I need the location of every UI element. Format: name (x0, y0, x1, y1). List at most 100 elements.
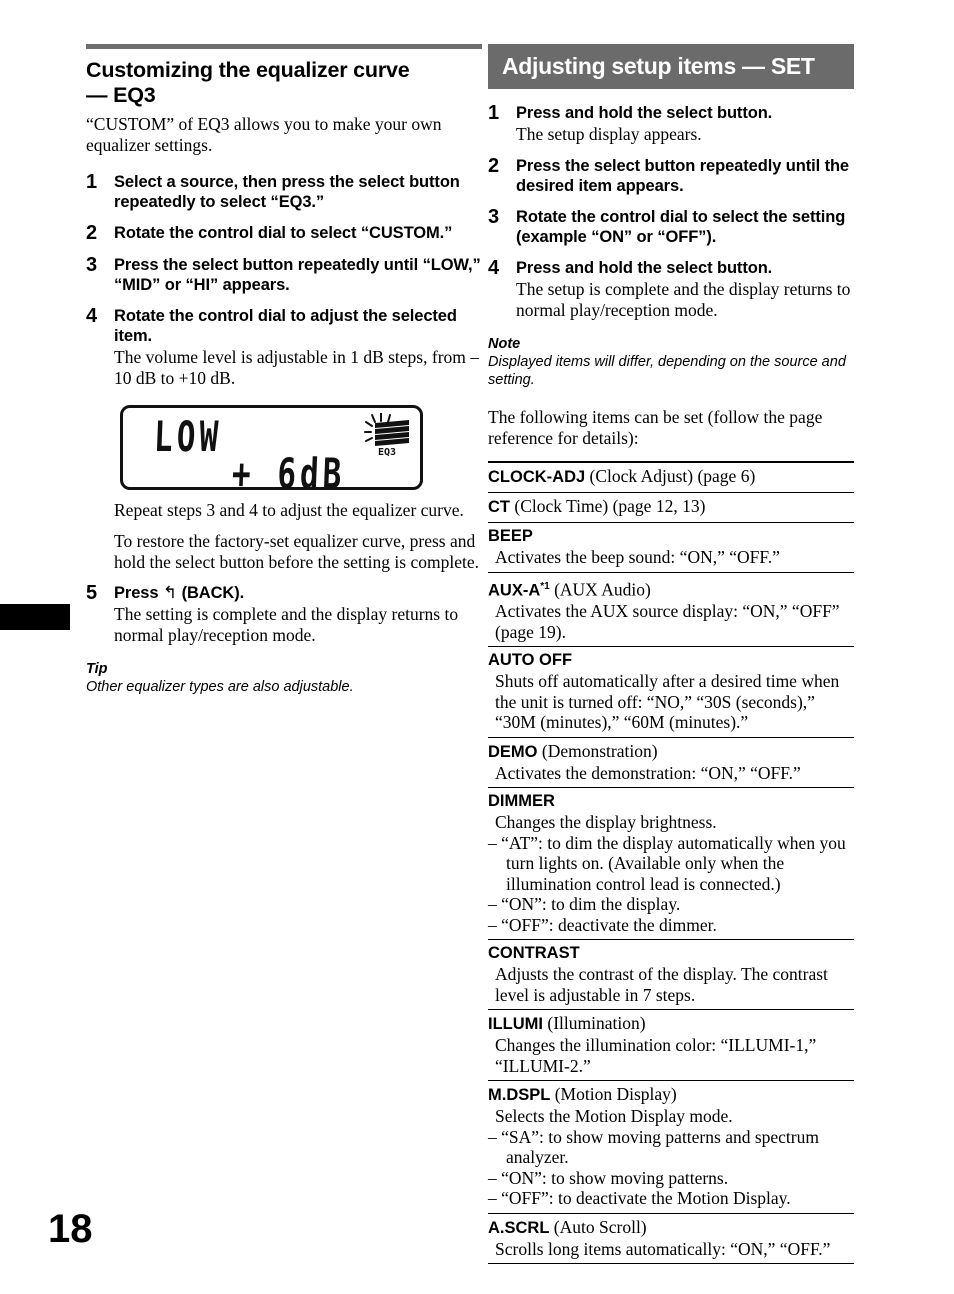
setting-row: M.DSPL (Motion Display) Selects the Moti… (488, 1081, 854, 1214)
setting-name-paren: (Illumination) (543, 1013, 646, 1033)
manual-page: Customizing the equalizer curve — EQ3 “C… (0, 0, 954, 1294)
step-number: 4 (488, 257, 500, 279)
step-body: Press the select button repeatedly until… (516, 156, 854, 196)
step-number: 3 (488, 206, 500, 228)
step-item: 3 Rotate the control dial to select the … (488, 207, 854, 247)
page-title: Customizing the equalizer curve — EQ3 (86, 58, 482, 108)
setting-description: Shuts off automatically after a desired … (495, 671, 840, 732)
setting-row: ILLUMI (Illumination) Changes the illumi… (488, 1010, 854, 1081)
lcd-band-label: LOW (153, 413, 223, 462)
section-banner: Adjusting setup items — SET (488, 44, 854, 89)
setting-description: Activates the demonstration: “ON,” “OFF.… (495, 762, 801, 783)
setting-name-text: DEMO (488, 742, 538, 761)
step-item: 1 Press and hold the select button. The … (488, 103, 854, 145)
step-body: Rotate the control dial to select “CUSTO… (114, 223, 482, 244)
setting-name: CLOCK-ADJ (Clock Adjust) (page 6) (488, 466, 854, 488)
setting-description: Changes the illumination color: “ILLUMI-… (495, 1035, 817, 1076)
setting-name-text: CONTRAST (488, 944, 580, 962)
step-heading: Press ↰ (BACK). (114, 583, 482, 603)
step-body: Press and hold the select button. The se… (516, 103, 854, 145)
setting-bullet: – “ON”: to dim the display. (488, 894, 681, 914)
note-block: Note Displayed items will differ, depend… (488, 335, 854, 389)
setting-name-paren: (AUX Audio) (549, 579, 651, 599)
setting-name-paren: (Clock Time) (page 12, 13) (510, 496, 706, 516)
setting-name-paren: (Clock Adjust) (page 6) (585, 466, 756, 486)
setting-name-text: A.SCRL (488, 1218, 550, 1237)
tip-label: Tip (86, 661, 108, 677)
step-heading: Select a source, then press the select b… (114, 173, 460, 211)
right-column: Adjusting setup items — SET 1 Press and … (488, 44, 854, 1264)
eq3-icon: EQ3 (364, 413, 409, 457)
setting-name: ILLUMI (Illumination) (488, 1013, 854, 1035)
step-heading: Press the select button repeatedly until… (114, 256, 481, 294)
step-heading: Press and hold the select button. (516, 104, 773, 122)
step-body: Press the select button repeatedly until… (114, 255, 482, 295)
setting-bullets: – “AT”: to dim the display automatically… (488, 833, 854, 936)
step-item: 2 Rotate the control dial to select “CUS… (86, 223, 482, 244)
step5-back-label: (BACK). (181, 584, 245, 602)
setting-description: Selects the Motion Display mode. (495, 1106, 733, 1126)
tip-text: Other equalizer types are also adjustabl… (86, 679, 354, 695)
step-number: 2 (86, 222, 98, 244)
step-number: 2 (488, 155, 500, 177)
setting-name: M.DSPL (Motion Display) (488, 1084, 854, 1106)
step-item: 4 Press and hold the select button. The … (488, 258, 854, 321)
note-label: Note (488, 336, 521, 352)
setting-name-text: AUX-A (488, 581, 541, 599)
setting-row: DIMMER Changes the display brightness. –… (488, 788, 854, 940)
step-heading: Rotate the control dial to select the se… (516, 208, 846, 246)
setting-footnote-marker: *1 (540, 580, 550, 592)
step-description: The setup is complete and the display re… (516, 279, 851, 320)
tip-block: Tip Other equalizer types are also adjus… (86, 660, 482, 696)
setting-name: CT (Clock Time) (page 12, 13) (488, 496, 854, 518)
setting-name-text: CT (488, 498, 510, 516)
setting-row: CLOCK-ADJ (Clock Adjust) (page 6) (488, 463, 854, 493)
setting-description: Changes the display brightness. (495, 812, 717, 832)
intro-paragraph: “CUSTOM” of EQ3 allows you to make your … (86, 114, 442, 155)
setting-description: Activates the beep sound: “ON,” “OFF.” (495, 547, 780, 567)
setting-bullet: – “OFF”: to deactivate the Motion Displa… (488, 1188, 791, 1208)
section-rule (86, 44, 482, 49)
settings-lead-in: The following items can be set (follow t… (488, 407, 823, 448)
step-heading: Rotate the control dial to select “CUSTO… (114, 224, 453, 242)
back-icon: ↰ (162, 583, 178, 603)
setting-name: DEMO (Demonstration) (488, 741, 854, 763)
eq3-icon-label: EQ3 (378, 447, 396, 457)
step-description: The setting is complete and the display … (114, 604, 459, 645)
step-heading: Press the select button repeatedly until… (516, 157, 850, 195)
chapter-thumb-tab (0, 604, 70, 630)
step-number: 5 (86, 582, 98, 604)
lcd-level-value: + 6dB (231, 450, 347, 499)
setting-name-paren: (Auto Scroll) (549, 1216, 647, 1237)
step-body: Rotate the control dial to adjust the se… (114, 306, 482, 389)
setting-row: CT (Clock Time) (page 12, 13) (488, 493, 854, 523)
setting-row: CONTRAST Adjusts the contrast of the dis… (488, 940, 854, 1010)
step-heading: Press and hold the select button. (516, 259, 773, 277)
setting-row: BEEP Activates the beep sound: “ON,” “OF… (488, 523, 854, 573)
setting-name-text: CLOCK-ADJ (488, 468, 586, 486)
step-body: Rotate the control dial to select the se… (516, 207, 854, 247)
setting-name: AUX-A*1 (AUX Audio) (488, 576, 854, 602)
setting-bullets: – “SA”: to show moving patterns and spec… (488, 1127, 854, 1209)
setting-name-text: ILLUMI (488, 1015, 543, 1033)
left-column: Customizing the equalizer curve — EQ3 “C… (86, 44, 482, 696)
step-description: The setup display appears. (516, 124, 702, 144)
setting-name: CONTRAST (488, 943, 854, 964)
setting-name-text: AUTO OFF (488, 651, 573, 669)
step-heading: Rotate the control dial to adjust the se… (114, 307, 457, 345)
step5-press-label: Press (114, 584, 159, 602)
step-item: 4 Rotate the control dial to adjust the … (86, 306, 482, 389)
step-body: Press and hold the select button. The se… (516, 258, 854, 321)
lcd-display: LOW + 6dB EQ3 (120, 405, 423, 499)
page-number: 18 (48, 1207, 93, 1251)
step-number: 1 (86, 171, 98, 193)
note-text: Displayed items will differ, depending o… (488, 354, 846, 388)
step-body: Select a source, then press the select b… (114, 172, 482, 212)
page-title-line2: — EQ3 (86, 83, 156, 107)
setting-description: Scrolls long items automatically: “ON,” … (495, 1238, 831, 1259)
step-number: 1 (488, 102, 500, 124)
setting-bullet: – “AT”: to dim the display automatically… (488, 832, 846, 894)
step-number: 3 (86, 254, 98, 276)
setting-row: DEMO (Demonstration) Activates the demon… (488, 738, 854, 788)
setting-name-text: DIMMER (488, 792, 555, 810)
